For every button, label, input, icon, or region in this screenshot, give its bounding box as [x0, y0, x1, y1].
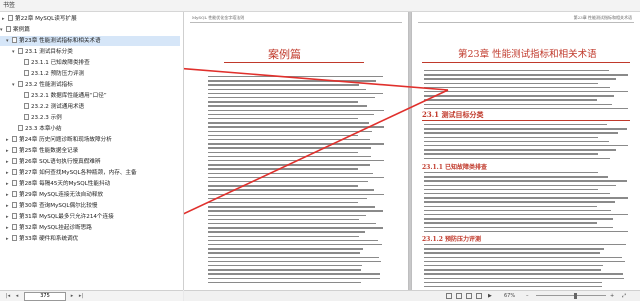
tree-item-label: 第28章 每隔45天的MySQL性能抖动: [19, 181, 111, 187]
tree-item[interactable]: ▸ 第32章 MySQL挂起诊断思路: [6, 223, 92, 233]
annotation-arrows: [184, 67, 449, 215]
document-view[interactable]: MySQL 性能优化金字塔法则 案例篇 第23章 性能测试指标和相关术语 第23…: [184, 12, 640, 290]
document-icon: [12, 147, 17, 153]
tree-item-label: 23.2.2 测试通用术语: [31, 104, 85, 110]
document-icon: [18, 125, 23, 131]
document-icon: [12, 191, 17, 197]
tree-item[interactable]: 23.2.2 测试通用术语: [24, 102, 84, 112]
tree-item-label: 23.2 性能测试指标: [25, 82, 73, 88]
tree-item-label: 23.3 本章小结: [25, 126, 62, 132]
tree-item-selected[interactable]: ▾ 第23章 性能测试指标和相关术语: [0, 36, 180, 46]
tree-item[interactable]: 23.1.1 已知故障类排查: [24, 58, 90, 68]
document-icon: [12, 213, 17, 219]
tree-item[interactable]: ▸ 第33章 硬件和系统调优: [6, 234, 78, 244]
next-page-icon[interactable]: ▸: [68, 292, 76, 300]
tree-item-label: 第31章 MySQL最多只允许214个连接: [19, 214, 114, 220]
page-navigator: |◂ ◂ ▸ ▸|: [0, 290, 183, 301]
status-bar: ▶ 67% – + ⤢: [184, 290, 640, 301]
tree-item-label: 第33章 硬件和系统调优: [19, 236, 79, 242]
arrow-to-selected-bookmark: [184, 67, 449, 91]
book-view-icon[interactable]: [476, 293, 482, 299]
document-icon: [24, 114, 29, 120]
document-icon: [12, 37, 17, 43]
document-icon: [12, 169, 17, 175]
tree-item-label: 案例篇: [13, 27, 30, 33]
document-icon: [18, 48, 23, 54]
tree-item-label: 第29章 MySQL连接无法自动释放: [19, 192, 104, 198]
tree-item[interactable]: ▸ 第26章 SQL语句执行慢真假难辨: [6, 157, 101, 167]
tree-item-label: 23.2.3 示例: [31, 115, 62, 121]
document-icon: [24, 59, 29, 65]
zoom-slider[interactable]: [536, 295, 606, 296]
tree-item[interactable]: ▸ 第31章 MySQL最多只允许214个连接: [6, 212, 114, 222]
continuous-icon[interactable]: [466, 293, 472, 299]
arrow-to-page-number: [184, 89, 449, 215]
document-icon: [8, 15, 13, 21]
document-icon: [12, 202, 17, 208]
tree-item-label: 第30章 查询MySQL偶尔比较慢: [19, 203, 98, 209]
tree-item-label: 第25章 性能数据全记录: [19, 148, 79, 154]
previous-page-icon[interactable]: ◂: [13, 292, 21, 300]
document-icon: [24, 92, 29, 98]
tree-item[interactable]: ▸ 第25章 性能数据全记录: [6, 146, 78, 156]
tree-item-label: 第24章 历史问题诊断和现场故障分析: [19, 137, 112, 143]
document-icon: [12, 158, 17, 164]
tree-item[interactable]: ▸ 第29章 MySQL连接无法自动释放: [6, 190, 103, 200]
tree-item[interactable]: ▸ 第22章 MySQL读写扩展: [2, 14, 180, 24]
tree-item[interactable]: ▾ 23.2 性能测试指标: [12, 80, 73, 90]
tree-item-label: 第27章 如何查找MySQL各种瓶颈，内存、主备: [19, 170, 137, 176]
document-icon: [24, 103, 29, 109]
tree-item-label: 23.1.2 预防压力评测: [31, 71, 85, 77]
page-layout-icon[interactable]: [446, 293, 452, 299]
title-bar: 书签: [0, 0, 640, 12]
document-icon: [18, 81, 23, 87]
tree-item[interactable]: ▸ 第30章 查询MySQL偶尔比较慢: [6, 201, 97, 211]
tree-item-label: 23.1.1 已知故障类排查: [31, 60, 90, 66]
tree-item[interactable]: ▸ 第28章 每隔45天的MySQL性能抖动: [6, 179, 110, 189]
tree-item-label: 第26章 SQL语句执行慢真假难辨: [19, 159, 101, 165]
document-icon: [12, 180, 17, 186]
tree-item-label: 23.2.1 数据库性能通用“口径”: [31, 93, 107, 99]
document-icon: [6, 26, 11, 32]
tree-item[interactable]: ▸ 第27章 如何查找MySQL各种瓶颈，内存、主备: [6, 168, 137, 178]
last-page-icon[interactable]: ▸|: [77, 292, 85, 300]
document-icon: [12, 224, 17, 230]
document-icon: [12, 235, 17, 241]
document-icon: [24, 70, 29, 76]
tree-item-label: 第22章 MySQL读写扩展: [15, 16, 77, 22]
tree-item[interactable]: 23.2.3 示例: [24, 113, 62, 123]
document-icon: [12, 136, 17, 142]
bookmark-sidebar[interactable]: ▸ 第22章 MySQL读写扩展 ▾ 案例篇 ▾ 第23章 性能测试指标和相关术语 ▾…: [0, 12, 184, 290]
tree-item-label: 23.1 测试目标分类: [25, 49, 73, 55]
zoom-slider-handle[interactable]: [574, 293, 577, 299]
tree-item-label: 第32章 MySQL挂起诊断思路: [19, 225, 92, 231]
tree-item[interactable]: ▾ 23.1 测试目标分类: [12, 47, 73, 57]
two-page-icon[interactable]: [456, 293, 462, 299]
tree-item[interactable]: ▸ 第24章 历史问题诊断和现场故障分析: [6, 135, 112, 145]
tree-item-label: 第23章 性能测试指标和相关术语: [19, 38, 101, 44]
tree-item[interactable]: 23.2.1 数据库性能通用“口径”: [24, 91, 107, 101]
window-title: 书签: [3, 2, 16, 9]
tree-item[interactable]: 23.3 本章小结: [18, 124, 62, 134]
tree-item[interactable]: 23.1.2 预防压力评测: [24, 69, 84, 79]
tree-item[interactable]: ▾ 案例篇: [0, 25, 180, 35]
first-page-icon[interactable]: |◂: [4, 292, 12, 300]
